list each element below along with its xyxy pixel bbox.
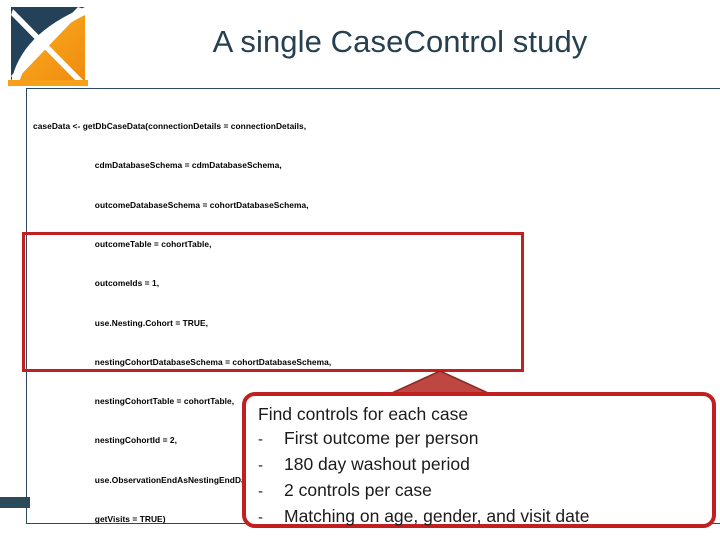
bullet-dash-icon: - — [258, 457, 263, 474]
callout-item-label: First outcome per person — [284, 428, 479, 448]
bullet-dash-icon: - — [258, 431, 263, 448]
slide-canvas: A single CaseControl study caseData <- g… — [0, 0, 720, 540]
ohdsi-logo-svg — [11, 7, 85, 83]
bullet-dash-icon: - — [258, 509, 263, 526]
page-title: A single CaseControl study — [212, 24, 588, 59]
callout-item-label: 2 controls per case — [284, 480, 432, 500]
callout-item: - First outcome per person — [258, 426, 708, 452]
callout-item: - 180 day washout period — [258, 452, 708, 478]
highlight-rectangle — [22, 232, 524, 372]
callout-item: - Matching on age, gender, and visit dat… — [258, 504, 708, 530]
code-line: cdmDatabaseSchema = cdmDatabaseSchema, — [33, 160, 282, 171]
navy-accent-bar — [0, 497, 30, 508]
callout-item-label: Matching on age, gender, and visit date — [284, 506, 590, 526]
code-line: caseData <- getDbCaseData(connectionDeta… — [33, 121, 307, 132]
callout-item: - 2 controls per case — [258, 478, 708, 504]
bullet-dash-icon: - — [258, 483, 263, 500]
callout-heading: Find controls for each case — [258, 404, 469, 424]
ohdsi-logo-icon — [8, 4, 88, 86]
code-line: outcomeDatabaseSchema = cohortDatabaseSc… — [33, 199, 309, 210]
orange-accent-bar — [8, 80, 88, 86]
callout-item-label: 180 day washout period — [284, 454, 470, 474]
callout-box: Find controls for each case - First outc… — [242, 392, 716, 528]
